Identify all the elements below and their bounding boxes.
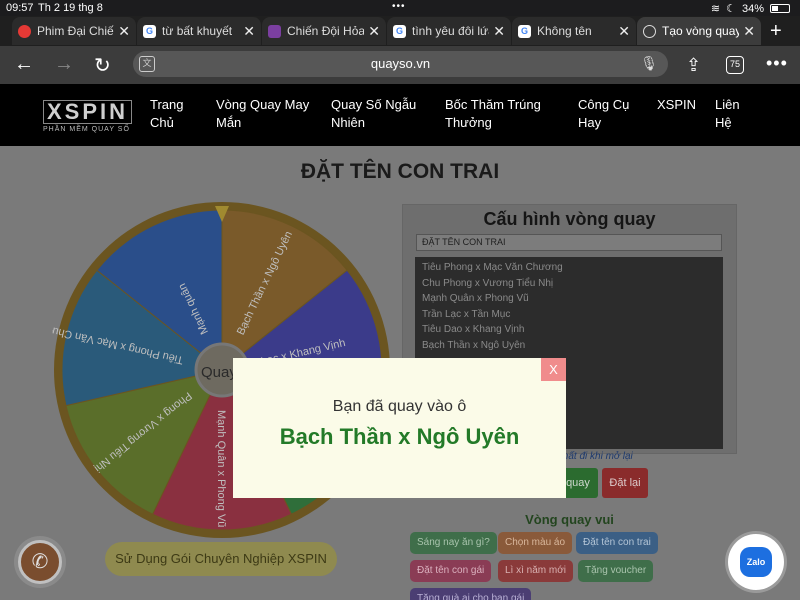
fun-wheel-chip[interactable]: Tặng quà ai cho bạn gái [410,588,532,600]
logo-subtitle: PHẦN MỀM QUAY SỐ [43,126,130,133]
google-icon: G [518,24,531,38]
phone-call-button[interactable]: ✆ [18,540,62,584]
tab-title: Tạo vòng quay [662,24,740,38]
entry-line: Chu Phong x Vương Tiểu Nhị [422,277,554,289]
logo-text: XSPIN [43,100,133,124]
close-tab-icon[interactable]: ✕ [243,23,255,40]
nav-item-label: Bốc Thăm Trúng [445,97,541,112]
nav-item-label: Thưởng [445,115,492,130]
browser-tab[interactable]: Phim Đại Chiến ✕ [12,17,136,45]
wheel-center-label: Quay [201,364,237,381]
fun-wheel-chip[interactable]: Tặng voucher [578,560,654,582]
entry-line: Trần Lạc x Tần Mục [422,308,511,320]
entry-line: Tiêu Phong x Mạc Văn Chương [422,262,563,273]
nav-item-xspin[interactable]: XSPIN [657,96,696,114]
more-icon[interactable]: ••• [766,53,788,74]
entry-line: Tiêu Dao x Khang Vịnh [422,324,525,335]
tab-count-button[interactable]: 75 [726,56,744,74]
address-bar[interactable]: 文 quayso.vn 🎙 [133,51,668,77]
forward-icon[interactable]: → [54,53,74,76]
config-title: Cấu hình vòng quay [483,209,656,229]
save-note: mất đi khi mở lại [560,451,633,462]
modal-close-button[interactable]: X [541,358,566,381]
nav-item-label: XSPIN [657,97,697,112]
browser-tab-active[interactable]: Tạo vòng quay ✕ [637,17,761,45]
page-title: ĐẶT TÊN CON TRAI [300,160,500,183]
battery-percent: 34% [741,2,764,15]
nav-item-label: Nhiên [331,115,365,130]
tab-title: Chiến Đội Hỏa [287,24,365,38]
browser-toolbar: ← → ↻ 文 quayso.vn 🎙 ⇪ 75 ••• [0,46,800,84]
multitasking-dots-icon[interactable]: ••• [392,1,406,12]
close-tab-icon[interactable]: ✕ [368,23,380,40]
tab-title: tình yêu đôi lứa [412,24,490,38]
pro-plan-button[interactable]: Sử Dụng Gói Chuyên Nghiệp XSPIN [105,542,337,576]
result-modal: Bạn đã quay vào ô Bạch Thần x Ngô Uyên [233,358,566,498]
nav-item-lucky-wheel[interactable]: Vòng Quay May Mắn [216,96,309,132]
new-tab-icon[interactable]: + [770,20,782,43]
reload-icon[interactable]: ↻ [94,53,111,78]
google-icon: G [143,24,156,38]
wifi-icon: ≋ [710,3,721,15]
status-date: Th 2 19 thg 8 [38,2,103,14]
google-icon: G [393,24,406,38]
entry-line: Mạnh Quân x Phong Vũ [422,293,529,304]
nav-item-home[interactable]: Trang Chủ [150,96,183,132]
browser-tab[interactable]: G tình yêu đôi lứa ✕ [387,17,511,45]
nav-item-random-number[interactable]: Quay Số Ngẫu Nhiên [331,96,416,132]
nav-item-label: Vòng Quay May [216,97,310,112]
nav-item-draw[interactable]: Bốc Thăm Trúng Thưởng [445,96,541,132]
nav-item-label: Quay Số Ngẫu [331,97,417,112]
tab-title: Phim Đại Chiến [37,24,115,38]
share-icon[interactable]: ⇪ [686,55,701,76]
zalo-icon: Zalo [740,547,772,577]
reset-button[interactable]: Đặt lại [602,468,648,498]
nav-item-label: Mắn [216,115,242,130]
globe-icon [643,24,656,38]
nav-item-contact[interactable]: Liên Hệ [715,96,740,132]
battery-icon [770,4,790,13]
browser-tab[interactable]: G từ bất khuyết ✕ [137,17,261,45]
status-time: 09:57 [6,2,34,14]
nav-item-label: Công Cụ [578,97,630,112]
wheel-slice-label: Mạnh Quân x Phong Vũ [215,410,227,527]
zalo-chat-button[interactable]: Zalo [728,534,784,590]
site-nav: XSPIN PHẦN MỀM QUAY SỐ Trang Chủ Vòng Qua… [0,84,800,146]
url-text: quayso.vn [370,56,431,71]
tab-bar: Phim Đại Chiến ✕ G từ bất khuyết ✕ Chiến… [0,16,800,46]
fun-wheel-chip[interactable]: Đặt tên con gái [410,560,492,582]
back-icon[interactable]: ← [14,53,34,76]
close-tab-icon[interactable]: ✕ [493,23,505,40]
phone-icon: ✆ [31,551,49,573]
fun-wheel-chip[interactable]: Đặt tên con trai [576,532,658,554]
wheel-name-input[interactable]: ĐẶT TÊN CON TRAI [416,234,722,251]
entry-line: Bạch Thần x Ngô Uyên [422,339,526,351]
fun-wheel-chip[interactable]: Chọn màu áo [498,532,573,554]
nav-item-tools[interactable]: Công Cụ Hay [578,96,629,132]
tab-title: từ bất khuyết [162,24,233,38]
fun-wheels-title: Vòng quay vui [525,512,614,527]
status-bar: 09:57 Th 2 19 thg 8 ••• ≋ ☾ 34% [0,0,800,16]
result-label: Bạn đã quay vào ô [332,398,467,415]
browser-tab[interactable]: Chiến Đội Hỏa ✕ [262,17,386,45]
nav-item-label: Hay [578,115,602,130]
nav-item-label: Chủ [150,115,174,130]
browser-tab[interactable]: G Không tên ✕ [512,17,636,45]
close-tab-icon[interactable]: ✕ [618,23,630,40]
close-tab-icon[interactable]: ✕ [743,23,755,40]
site-logo[interactable]: XSPIN PHẦN MỀM QUAY SỐ [43,100,141,133]
result-value: Bạch Thần x Ngô Uyên [279,424,520,449]
nav-item-label: Trang [150,97,184,112]
tab-title: Không tên [537,24,592,38]
red-circle-icon [18,24,31,38]
moon-icon: ☾ [726,3,736,15]
fun-wheel-chip[interactable]: Lì xì năm mới [498,560,574,582]
fun-wheel-chip[interactable]: Sáng nay ăn gì? [410,532,497,554]
mic-icon[interactable]: 🎙 [640,55,658,72]
purple-icon [268,24,281,38]
nav-item-label: Liên [715,97,740,112]
nav-item-label: Hệ [715,115,732,130]
close-tab-icon[interactable]: ✕ [118,23,130,40]
